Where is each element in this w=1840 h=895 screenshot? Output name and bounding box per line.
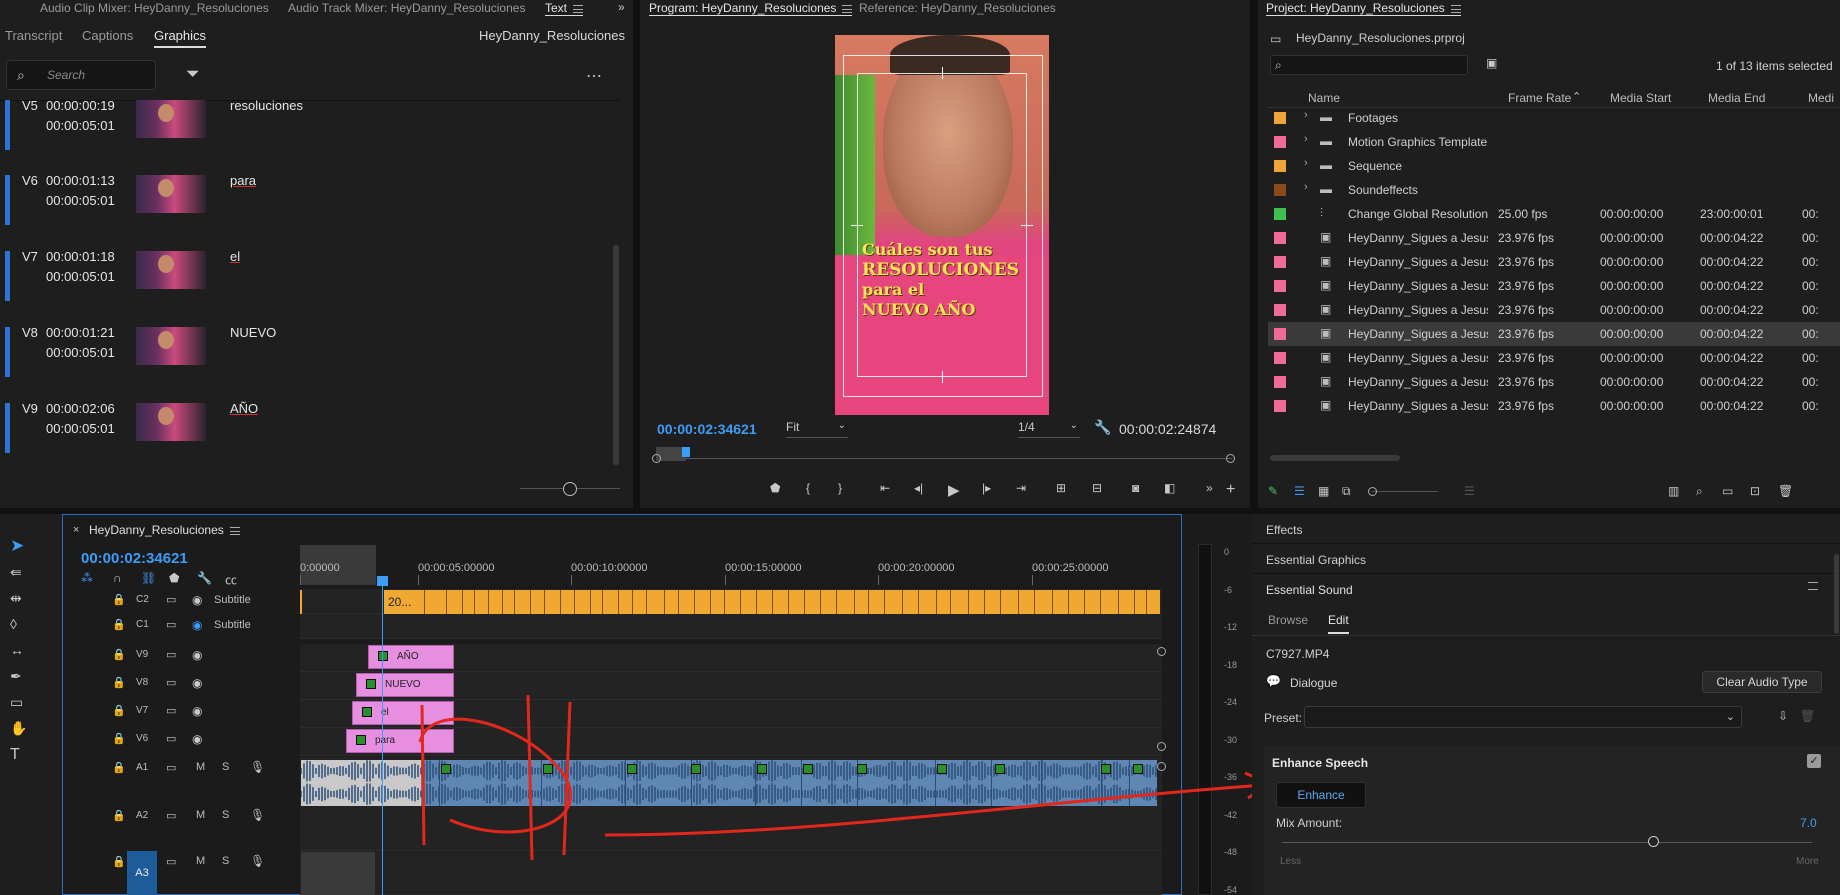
enhance-section: Enhance Speech ✓ Enhance Mix Amount: 7.0… xyxy=(1264,746,1840,895)
section-effects[interactable]: Effects xyxy=(1266,523,1302,537)
clear-audio-type-button[interactable]: Clear Audio Type xyxy=(1702,671,1822,693)
essential-sound-scrollbar[interactable] xyxy=(1834,554,1839,634)
save-preset-icon[interactable]: ⇩ xyxy=(1778,709,1788,723)
annotation-stroke-2 xyxy=(526,694,534,861)
mix-more-label: More xyxy=(1796,856,1819,867)
mix-less-label: Less xyxy=(1280,856,1302,867)
annotation-stroke-1 xyxy=(420,704,426,846)
dialogue-icon: 💬 xyxy=(1266,674,1281,688)
section-essential-sound[interactable]: Essential Sound xyxy=(1266,583,1353,597)
preset-dropdown[interactable]: ⌄ xyxy=(1304,706,1742,728)
section-divider xyxy=(1252,573,1840,574)
chevron-down-icon: ⌄ xyxy=(1725,711,1735,723)
annotation-loop xyxy=(418,717,573,834)
annotation-arrow xyxy=(604,783,1266,837)
delete-preset-icon[interactable]: 🗑 xyxy=(1800,709,1815,723)
tabs-divider xyxy=(1252,635,1840,636)
section-essential-graphics[interactable]: Essential Graphics xyxy=(1266,553,1366,567)
preset-label: Preset: xyxy=(1264,711,1303,725)
clip-name: C7927.MP4 xyxy=(1266,647,1330,661)
enhance-speech-checkbox[interactable]: ✓ xyxy=(1807,754,1821,768)
mix-amount-value[interactable]: 7.0 xyxy=(1800,816,1817,830)
mix-amount-label: Mix Amount: xyxy=(1276,816,1343,830)
tab-browse[interactable]: Browse xyxy=(1268,613,1308,627)
audio-type: Dialogue xyxy=(1290,676,1338,690)
menu-icon[interactable] xyxy=(1808,582,1818,590)
section-divider xyxy=(1252,543,1840,544)
mix-amount-handle[interactable] xyxy=(1648,836,1659,847)
enhance-speech-title: Enhance Speech xyxy=(1272,756,1369,770)
essential-sound-panel: Effects Essential Graphics Essential Sou… xyxy=(1252,514,1840,895)
enhance-button[interactable]: Enhance xyxy=(1276,782,1366,808)
tab-edit[interactable]: Edit xyxy=(1328,613,1349,634)
mix-amount-slider[interactable] xyxy=(1282,842,1812,843)
